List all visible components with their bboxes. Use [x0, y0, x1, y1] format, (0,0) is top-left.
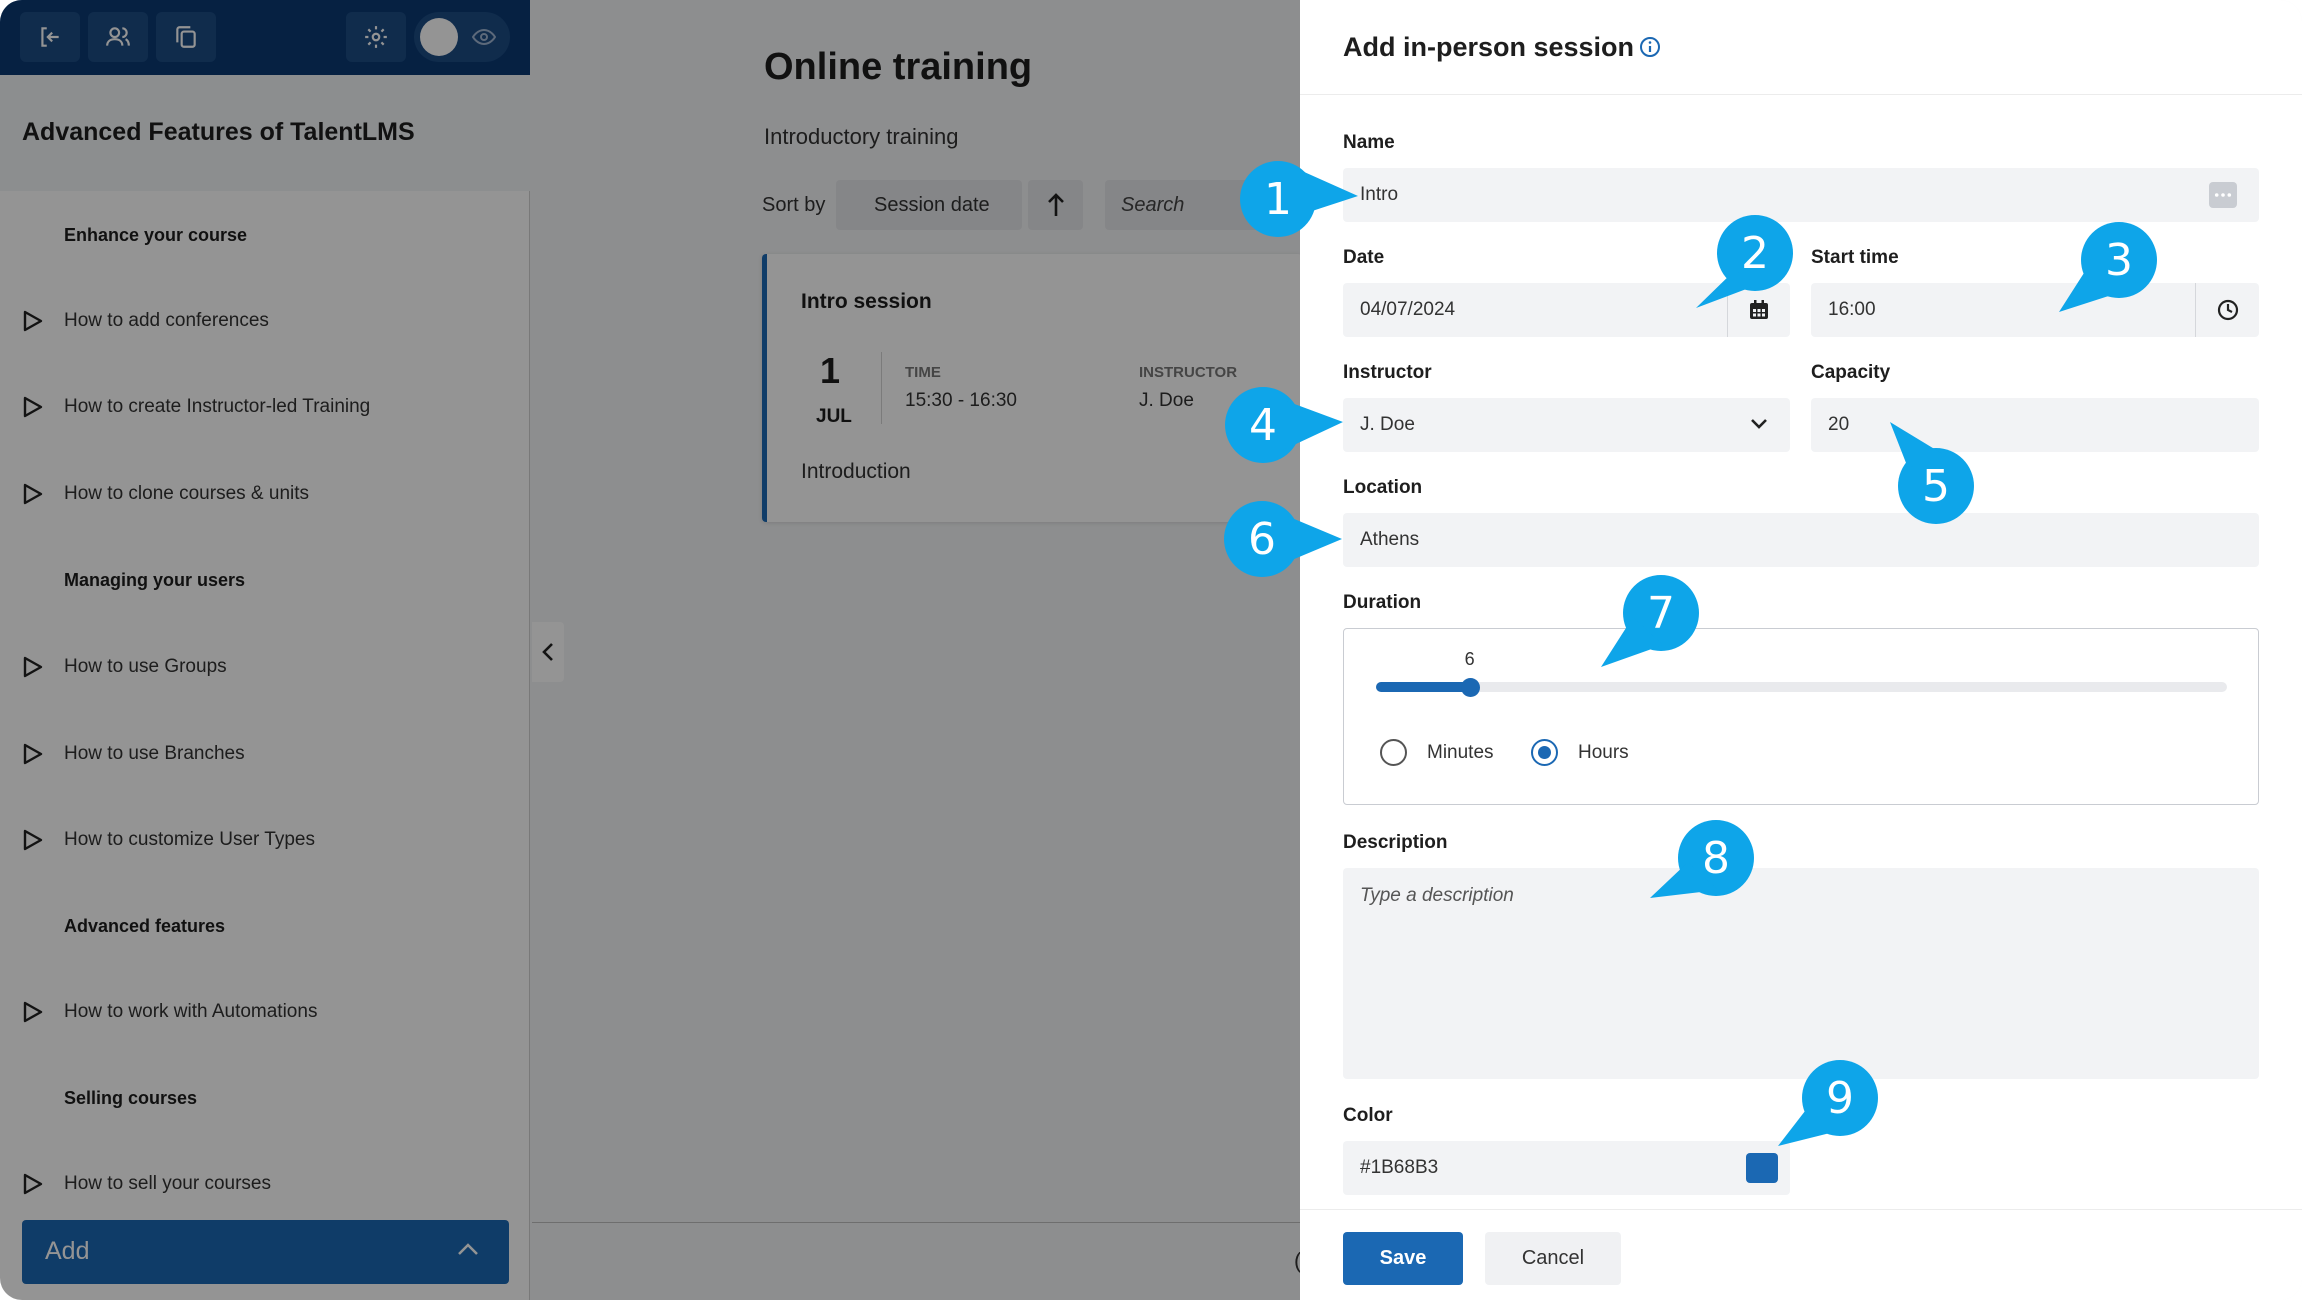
callout-number: 5 [1922, 460, 1950, 512]
location-input[interactable]: Athens [1343, 513, 2259, 567]
callout-5: 5 [1890, 422, 1974, 524]
color-value: #1B68B3 [1360, 1157, 1439, 1178]
instructor-value: J. Doe [1360, 414, 1415, 435]
callout-number: 4 [1249, 399, 1277, 451]
date-label: Date [1343, 247, 1385, 268]
info-icon[interactable] [1639, 36, 1661, 58]
calendar-icon [1750, 300, 1768, 319]
callout-3: 3 [2059, 222, 2157, 312]
name-label: Name [1343, 132, 1395, 153]
clock-icon [2217, 299, 2238, 321]
radio-circle [1531, 739, 1558, 766]
slider-thumb[interactable] [1460, 678, 1480, 697]
callout-number: 8 [1702, 832, 1730, 884]
capacity-label: Capacity [1811, 362, 1891, 383]
callout-1: 1 [1240, 161, 1358, 237]
callout-4: 4 [1225, 387, 1343, 463]
date-value: 04/07/2024 [1360, 299, 1456, 320]
color-label: Color [1343, 1105, 1393, 1126]
callout-8: 8 [1650, 820, 1754, 898]
save-button[interactable]: Save [1343, 1232, 1463, 1285]
color-swatch[interactable] [1746, 1153, 1778, 1183]
callout-number: 3 [2105, 234, 2133, 286]
start-time-label: Start time [1811, 247, 1899, 268]
minutes-radio[interactable]: Minutes [1380, 739, 1494, 766]
color-input[interactable]: #1B68B3 [1343, 1141, 1790, 1195]
start-time-value: 16:00 [1828, 299, 1876, 320]
start-time-input[interactable]: 16:00 [1811, 283, 2259, 337]
more-icon[interactable] [2209, 182, 2237, 208]
duration-box: 6 Minutes Hours [1343, 628, 2259, 805]
clock-button[interactable] [2195, 283, 2259, 337]
location-value: Athens [1360, 529, 1420, 550]
app-window: Advanced Features of TalentLMS Enhance y… [0, 0, 2302, 1300]
cancel-button[interactable]: Cancel [1485, 1232, 1621, 1285]
callout-number: 9 [1826, 1072, 1854, 1124]
location-label: Location [1343, 477, 1423, 498]
instructor-select[interactable]: J. Doe [1343, 398, 1790, 452]
drawer-footer: Save Cancel [1300, 1209, 2302, 1300]
description-textarea[interactable]: Type a description [1343, 868, 2259, 1079]
callout-number: 6 [1248, 513, 1276, 565]
description-placeholder: Type a description [1360, 885, 1514, 906]
instructor-label: Instructor [1343, 362, 1432, 383]
modal-overlay[interactable] [0, 0, 1300, 1300]
callout-7: 7 [1601, 575, 1699, 667]
hours-label: Hours [1578, 741, 1629, 763]
slider-value: 6 [1464, 649, 1475, 669]
capacity-input[interactable]: 20 [1811, 398, 2259, 452]
chevron-down-icon [1751, 419, 1767, 429]
name-input[interactable]: Intro [1343, 168, 2259, 222]
callout-6: 6 [1224, 501, 1342, 577]
callout-9: 9 [1778, 1060, 1878, 1146]
callout-number: 7 [1647, 587, 1675, 639]
capacity-value: 20 [1828, 414, 1850, 435]
duration-label: Duration [1343, 592, 1422, 613]
slider-fill [1376, 682, 1470, 692]
hours-radio[interactable]: Hours [1531, 739, 1629, 766]
name-value: Intro [1360, 184, 1399, 205]
callout-2: 2 [1696, 215, 1793, 308]
add-session-drawer: Add in-person session Name Intro Date 04… [1300, 0, 2302, 1300]
callout-number: 1 [1264, 173, 1292, 225]
minutes-label: Minutes [1427, 741, 1494, 763]
drawer-header: Add in-person session [1300, 0, 2302, 95]
drawer-title: Add in-person session [1343, 32, 1635, 62]
radio-circle [1380, 739, 1407, 766]
duration-slider[interactable] [1376, 682, 2227, 692]
callout-number: 2 [1741, 227, 1769, 279]
description-label: Description [1343, 832, 1448, 853]
